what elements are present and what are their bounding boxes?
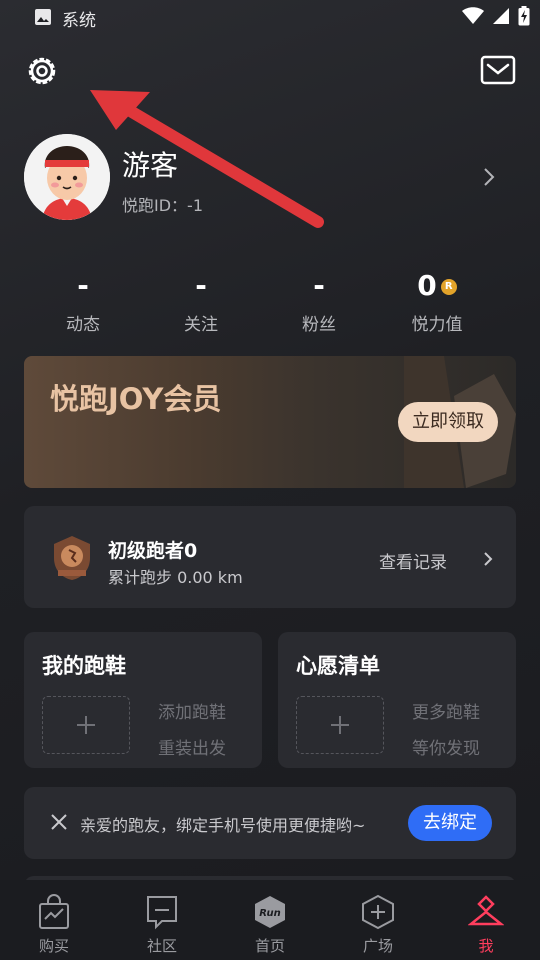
signal-icon [493,8,509,24]
runner-level-card[interactable]: 初级跑者0 累计跑步 0.00 km 查看记录 [24,506,516,608]
stat-following-label: 关注 [184,315,218,335]
wishlist-card[interactable]: 心愿清单 更多跑鞋 等你发现 [278,632,516,768]
coin-icon: R [440,279,457,295]
avatar[interactable] [24,134,110,220]
tab-home[interactable]: Run 首页 [216,880,324,960]
claim-now-button[interactable]: 立即领取 [398,402,498,442]
svg-text:Run: Run [259,908,280,919]
add-shoe-button[interactable] [42,696,130,754]
records-chevron-icon [484,552,493,566]
chevron-right-icon[interactable] [480,166,498,188]
view-records-link[interactable]: 查看记录 [379,548,447,573]
stat-posts-label: 动态 [66,315,100,335]
tab-plaza-label: 广场 [362,937,393,955]
run-home-icon: Run [255,896,285,928]
stat-posts-value: - [77,269,89,302]
shoes-line1: 添加跑鞋 [158,703,226,723]
runner-badge-icon [54,536,90,580]
tab-me-label: 我 [478,937,494,955]
shopping-bag-icon [39,894,69,929]
plaza-icon [362,894,394,930]
bind-phone-card: 亲爱的跑友，绑定手机号使用更便捷哟~ 去绑定 [24,787,516,859]
battery-icon [518,6,530,26]
stat-fans[interactable]: - 粉丝 [260,266,378,335]
bind-phone-message: 亲爱的跑友，绑定手机号使用更便捷哟~ [80,816,366,835]
wishlist-title: 心愿清单 [296,654,380,678]
membership-title: 悦跑JOY会员 [50,382,222,416]
tab-community-label: 社区 [146,937,177,955]
wishlist-line1: 更多跑鞋 [412,703,480,723]
profile-user-id: 悦跑ID：-1 [122,196,203,215]
stats-row: - 动态 - 关注 - 粉丝 0R 悦力值 [24,266,516,336]
avatar-runner-illustration [24,134,110,220]
bind-phone-button[interactable]: 去绑定 [408,805,492,841]
stat-posts[interactable]: - 动态 [24,266,142,335]
wishlist-line2: 等你发现 [412,739,480,759]
tab-home-label: 首页 [254,937,285,955]
plus-icon [77,716,95,734]
runner-distance: 累计跑步 0.00 km [108,568,243,587]
my-shoes-card[interactable]: 我的跑鞋 添加跑鞋 重装出发 [24,632,262,768]
chat-icon [147,896,177,930]
status-bar: 系统 [0,0,540,36]
profile-name[interactable]: 游客 [122,144,178,184]
stat-fans-label: 粉丝 [302,315,336,335]
close-icon[interactable] [50,813,68,831]
stat-points-value: 0 [417,269,437,302]
stat-following-value: - [195,269,207,302]
bottom-tab-bar: 购买 社区 Run 首页 广场 我 [0,880,540,960]
add-wishlist-button[interactable] [296,696,384,754]
stat-following[interactable]: - 关注 [142,266,260,335]
my-shoes-title: 我的跑鞋 [42,654,126,678]
settings-gear-icon[interactable] [24,53,60,89]
tab-plaza[interactable]: 广场 [324,880,432,960]
gallery-icon [35,9,51,25]
wifi-icon [462,7,484,24]
mail-icon[interactable] [480,55,516,85]
tab-buy-label: 购买 [38,937,69,955]
stat-fans-value: - [313,269,325,302]
profile-icon [468,895,504,926]
shoes-line2: 重装出发 [158,739,226,759]
membership-banner[interactable]: 悦跑JOY会员 立即领取 [24,356,516,488]
plus-icon [331,716,349,734]
stat-points-label: 悦力值 [411,315,463,335]
stat-points[interactable]: 0R 悦力值 [378,266,496,335]
tab-me[interactable]: 我 [432,880,540,960]
runner-level: 初级跑者0 [108,540,198,562]
status-app-title: 系统 [62,11,96,31]
tab-community[interactable]: 社区 [108,880,216,960]
tab-buy[interactable]: 购买 [0,880,108,960]
